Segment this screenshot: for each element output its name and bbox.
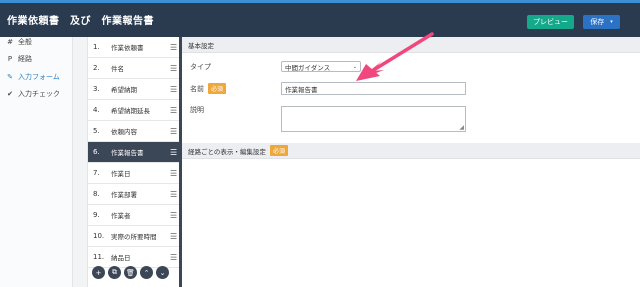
sidebar-item-route[interactable]: P 経路 bbox=[6, 54, 32, 64]
step-label: 希望納期延長 bbox=[111, 107, 150, 115]
sidebar-item-label: 経路 bbox=[18, 55, 32, 63]
route-settings-header[interactable]: 経路ごとの表示・編集設定 必須 bbox=[182, 143, 640, 159]
basic-settings-header: 基本設定 bbox=[182, 37, 640, 53]
step-label: 作業日 bbox=[111, 170, 131, 178]
step-label: 希望納期 bbox=[111, 86, 137, 94]
list-item[interactable]: 8. 作業部署 ☰ bbox=[88, 184, 180, 205]
pencil-icon: ✎ bbox=[7, 73, 13, 81]
chevron-down-icon: ⌄ bbox=[352, 63, 357, 70]
move-down-icon[interactable]: ⌄ bbox=[156, 266, 169, 279]
step-number: 4. bbox=[93, 106, 100, 114]
list-item[interactable]: 7. 作業日 ☰ bbox=[88, 163, 180, 184]
list-item[interactable]: 1. 作業依頼書 ☰ bbox=[88, 37, 180, 58]
step-label: 実際の所要時間 bbox=[111, 233, 157, 241]
hash-icon: # bbox=[7, 38, 13, 46]
type-label: タイプ bbox=[190, 63, 211, 71]
preview-button[interactable]: プレビュー bbox=[527, 15, 574, 29]
step-label: 作業依頼書 bbox=[111, 44, 144, 52]
step-number: 6. bbox=[93, 148, 100, 156]
list-item-selected[interactable]: 6. 作業報告書 ☰ bbox=[88, 142, 180, 163]
section-title: 基本設定 bbox=[188, 41, 214, 50]
trash-icon[interactable]: 🗑 bbox=[124, 266, 137, 279]
copy-icon[interactable]: ⧉ bbox=[108, 266, 121, 279]
description-textarea[interactable]: ◢ bbox=[281, 106, 466, 132]
step-number: 2. bbox=[93, 64, 100, 72]
save-button[interactable]: 保存 ▾ bbox=[583, 15, 620, 29]
sidebar-item-general[interactable]: # 全般 bbox=[6, 37, 32, 47]
sidebar: # 全般 P 経路 ✎ 入力フォーム ✔ 入力チェック bbox=[0, 37, 73, 287]
sidebar-item-input-form[interactable]: ✎ 入力フォーム bbox=[6, 72, 60, 82]
top-header: 作業依頼書 及び 作業報告書 プレビュー 保存 ▾ bbox=[0, 0, 640, 37]
route-icon: P bbox=[7, 55, 13, 63]
sidebar-item-label: 入力チェック bbox=[18, 90, 60, 98]
type-select[interactable]: 中間ガイダンス ⌄ bbox=[281, 61, 361, 72]
sidebar-item-input-check[interactable]: ✔ 入力チェック bbox=[6, 89, 60, 99]
list-item[interactable]: 2. 件名 ☰ bbox=[88, 58, 180, 79]
step-number: 8. bbox=[93, 190, 100, 198]
add-icon[interactable]: + bbox=[92, 266, 105, 279]
list-item[interactable]: 3. 希望納期 ☰ bbox=[88, 79, 180, 100]
page-title: 作業依頼書 及び 作業報告書 bbox=[7, 16, 154, 27]
step-number: 9. bbox=[93, 211, 100, 219]
sidebar-item-label: 全般 bbox=[18, 38, 32, 46]
step-number: 5. bbox=[93, 127, 100, 135]
name-input[interactable]: 作業報告書 bbox=[281, 82, 466, 95]
step-number: 7. bbox=[93, 169, 100, 177]
name-label-row: 名前 必須 bbox=[190, 83, 227, 94]
sidebar-item-label: 入力フォーム bbox=[18, 73, 60, 81]
step-list: 1. 作業依頼書 ☰ 2. 件名 ☰ 3. 希望納期 ☰ 4. 希望納期延長 ☰… bbox=[87, 37, 180, 287]
type-select-value: 中間ガイダンス bbox=[285, 63, 331, 72]
settings-panel: 基本設定 タイプ 中間ガイダンス ⌄ 名前 必須 作業報告書 説明 ◢ 経路ごと… bbox=[179, 37, 640, 287]
step-number: 1. bbox=[93, 43, 100, 51]
list-item[interactable]: 9. 作業者 ☰ bbox=[88, 205, 180, 226]
list-item[interactable]: 11. 納品日 ☰ bbox=[88, 247, 180, 268]
chevron-down-icon: ▾ bbox=[610, 19, 613, 25]
step-label: 件名 bbox=[111, 65, 124, 73]
list-item[interactable]: 10. 実際の所要時間 ☰ bbox=[88, 226, 180, 247]
section-title: 経路ごとの表示・編集設定 bbox=[188, 147, 266, 156]
save-label: 保存 bbox=[590, 18, 605, 26]
list-item[interactable]: 4. 希望納期延長 ☰ bbox=[88, 100, 180, 121]
required-badge: 必須 bbox=[269, 145, 288, 156]
move-up-icon[interactable]: ⌃ bbox=[140, 266, 153, 279]
step-label: 作業報告書 bbox=[111, 149, 144, 157]
step-label: 作業部署 bbox=[111, 191, 137, 199]
list-item[interactable]: 5. 依頼内容 ☰ bbox=[88, 121, 180, 142]
required-badge: 必須 bbox=[208, 83, 227, 94]
step-toolbar: + ⧉ 🗑 ⌃ ⌄ bbox=[92, 266, 169, 279]
step-label: 依頼内容 bbox=[111, 128, 137, 136]
step-label: 作業者 bbox=[111, 212, 131, 220]
step-number: 11. bbox=[93, 253, 105, 261]
check-icon: ✔ bbox=[7, 90, 13, 98]
resize-grip-icon[interactable]: ◢ bbox=[459, 124, 464, 131]
step-number: 3. bbox=[93, 85, 100, 93]
description-label: 説明 bbox=[190, 106, 204, 114]
name-label: 名前 bbox=[190, 84, 204, 93]
step-number: 10. bbox=[93, 232, 105, 240]
step-label: 納品日 bbox=[111, 254, 131, 262]
